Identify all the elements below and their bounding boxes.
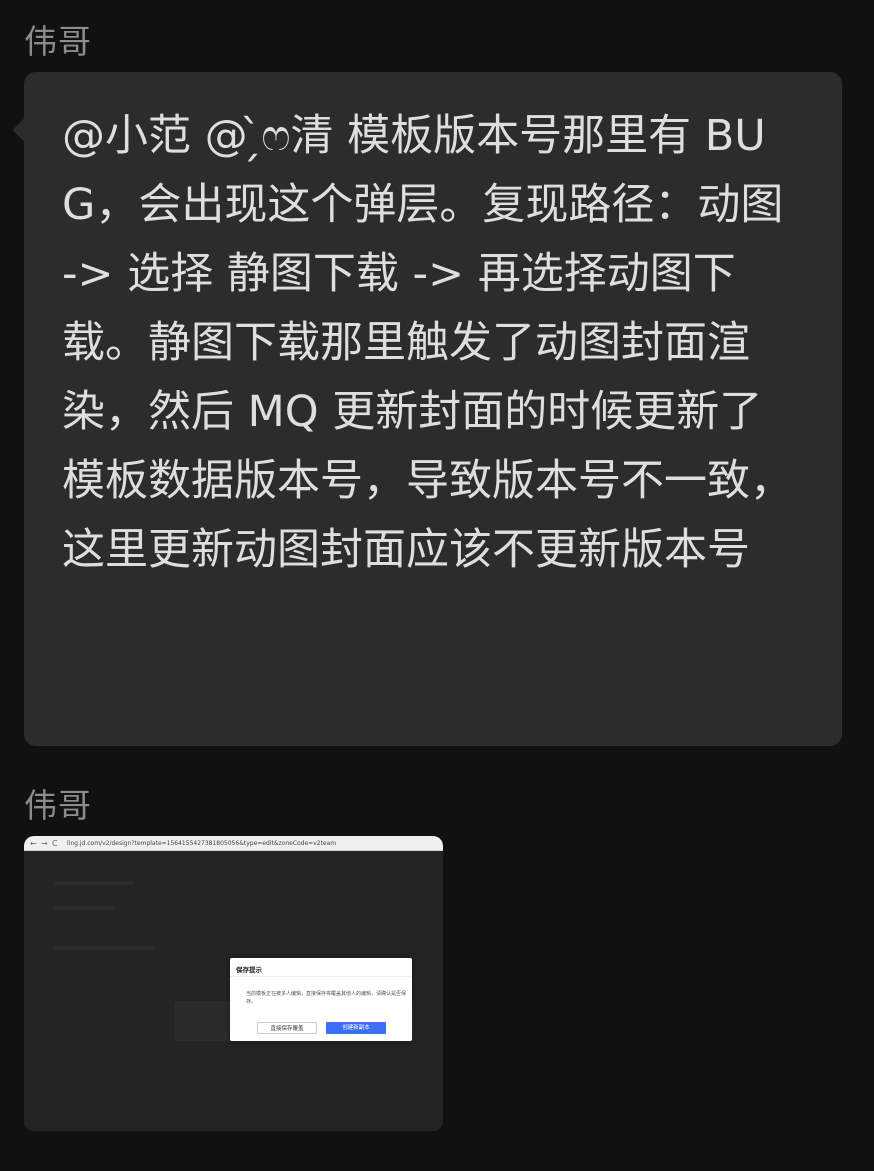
dimmed-content-line (54, 881, 134, 885)
sender-name: 伟哥 (24, 22, 92, 61)
dimmed-content-line (54, 906, 114, 910)
back-arrow-icon: ← (30, 838, 37, 848)
reload-icon: C (52, 838, 58, 848)
message-bubble[interactable]: @小范 @ ̗̀ෆ清 模板版本号那里有 BUG，会出现这个弹层。复现路径：动图 … (12, 72, 842, 746)
address-bar-url: ling.jd.com/v2/design?template=156415542… (67, 839, 337, 847)
dialog-divider (230, 976, 412, 977)
save-prompt-dialog: 保存提示 当前模板正在被多人编辑，直接保存将覆盖其他人的编辑，请确认是否保存。 … (230, 958, 412, 1041)
sender-name: 伟哥 (24, 786, 92, 825)
forward-arrow-icon: → (41, 838, 48, 848)
dimmed-content-line (54, 946, 154, 950)
browser-toolbar: ← → C ling.jd.com/v2/design?template=156… (24, 836, 443, 851)
dialog-title: 保存提示 (236, 966, 262, 974)
image-message[interactable]: ← → C ling.jd.com/v2/design?template=156… (24, 836, 443, 1131)
create-copy-button[interactable]: 创建新副本 (326, 1022, 386, 1034)
message-text: @小范 @ ̗̀ෆ清 模板版本号那里有 BUG，会出现这个弹层。复现路径：动图 … (62, 111, 793, 575)
dialog-message: 当前模板正在被多人编辑，直接保存将覆盖其他人的编辑，请确认是否保存。 (246, 991, 407, 1005)
save-overwrite-button[interactable]: 直接保存覆盖 (257, 1022, 317, 1034)
bubble-tail (12, 118, 36, 142)
